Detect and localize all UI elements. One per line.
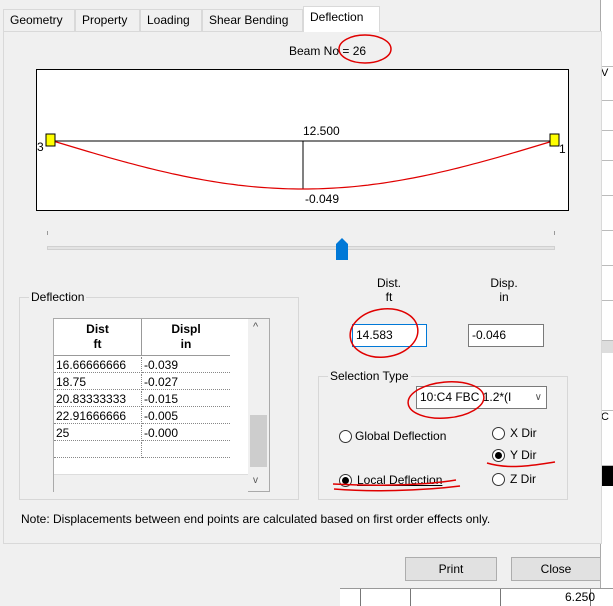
support-right xyxy=(549,133,560,147)
scrollbar-thumb[interactable] xyxy=(250,415,267,467)
column-name: Displ xyxy=(171,322,201,336)
horizontal-scrollbar[interactable] xyxy=(54,474,248,492)
bg-cell xyxy=(601,195,613,196)
selection-type-label: Selection Type xyxy=(328,369,411,383)
cell-displ xyxy=(142,442,230,458)
cell-displ: -0.027 xyxy=(142,374,230,390)
bg-cell xyxy=(601,300,613,301)
slider-thumb[interactable] xyxy=(335,238,348,260)
x-dir-label[interactable]: X Dir xyxy=(510,426,537,440)
x-dir-radio[interactable] xyxy=(492,427,505,440)
note-text: Note: Displacements between end points a… xyxy=(21,512,491,526)
radio-selected-dot xyxy=(495,452,502,459)
local-deflection-radio[interactable] xyxy=(339,474,352,487)
dist-input[interactable]: 14.583 xyxy=(352,324,427,347)
column-header-displ[interactable]: Displ in xyxy=(142,319,230,356)
bg-cell: V xyxy=(601,66,613,79)
print-button[interactable]: Print xyxy=(405,557,497,581)
disp-output[interactable]: -0.046 xyxy=(468,324,544,347)
tab-shear-bending[interactable]: Shear Bending xyxy=(202,9,303,31)
cell-displ: -0.005 xyxy=(142,408,230,424)
cell-dist xyxy=(54,442,142,458)
column-unit: ft xyxy=(93,337,102,351)
dist-label: Dist. xyxy=(377,276,401,290)
table-row[interactable]: 22.91666666 -0.005 xyxy=(54,408,230,425)
bg-cell: C xyxy=(601,410,613,423)
tab-geometry[interactable]: Geometry xyxy=(3,9,75,31)
load-combination-value: 10:C4 FBC 1.2*(I xyxy=(420,390,512,404)
global-deflection-label[interactable]: Global Deflection xyxy=(355,429,446,443)
column-header-dist[interactable]: Dist ft xyxy=(54,319,142,356)
deflection-plot xyxy=(45,133,560,190)
bg-divider xyxy=(360,589,361,606)
radio-selected-dot xyxy=(342,477,349,484)
tab-loading[interactable]: Loading xyxy=(140,9,202,31)
end-node-label: 1 xyxy=(559,142,566,156)
scroll-up-icon[interactable]: ^ xyxy=(253,321,258,333)
start-node-label: 3 xyxy=(37,140,44,154)
support-left xyxy=(45,133,56,147)
cell-dist: 20.83333333 xyxy=(54,391,142,407)
cell-displ: -0.039 xyxy=(142,357,230,373)
cell-dist: 22.91666666 xyxy=(54,408,142,424)
table-row[interactable]: 16.66666666 -0.039 xyxy=(54,357,230,374)
table-empty-area xyxy=(230,319,248,491)
disp-label: Disp. xyxy=(490,276,518,290)
chevron-down-icon[interactable]: ∨ xyxy=(535,387,542,408)
cell-dist: 16.66666666 xyxy=(54,357,142,373)
deflection-table[interactable]: Dist ft Displ in 16.66666666 -0.039 18.7… xyxy=(53,318,270,492)
local-deflection-label[interactable]: Local Deflection xyxy=(357,473,442,487)
bg-cell xyxy=(601,340,613,353)
beam-title: Beam No = 26 xyxy=(289,44,367,58)
column-name: Dist xyxy=(86,322,109,336)
cell-dist: 25 xyxy=(54,425,142,441)
close-button[interactable]: Close xyxy=(511,557,601,581)
slider-tick xyxy=(47,231,48,235)
disp-unit-label: in xyxy=(499,290,509,304)
bg-cell-value: 6.250 xyxy=(564,590,595,604)
background-row: 6.250 xyxy=(340,588,613,606)
bg-divider xyxy=(410,589,411,606)
cell-displ: -0.015 xyxy=(142,391,230,407)
tab-deflection[interactable]: Deflection xyxy=(303,6,380,32)
y-dir-radio[interactable] xyxy=(492,449,505,462)
z-dir-radio[interactable] xyxy=(492,473,505,486)
cell-displ: -0.000 xyxy=(142,425,230,441)
scroll-down-icon[interactable]: v xyxy=(253,475,258,486)
table-row-empty[interactable] xyxy=(54,442,230,459)
bg-cell xyxy=(601,100,613,101)
cell-dist: 18.75 xyxy=(54,374,142,390)
beam-length-label: 12.500 xyxy=(303,124,340,138)
dist-unit-label: ft xyxy=(385,290,393,304)
bg-cell xyxy=(601,265,613,266)
table-row[interactable]: 18.75 -0.027 xyxy=(54,374,230,391)
y-dir-label[interactable]: Y Dir xyxy=(510,448,536,462)
z-dir-label[interactable]: Z Dir xyxy=(510,472,536,486)
bg-divider xyxy=(500,589,501,606)
bg-cell xyxy=(601,465,613,486)
load-combination-select[interactable]: 10:C4 FBC 1.2*(I ∨ xyxy=(416,386,547,409)
bg-cell xyxy=(601,130,613,131)
column-unit: in xyxy=(180,337,192,351)
bg-cell xyxy=(601,160,613,161)
vertical-scrollbar[interactable]: ^ v xyxy=(248,319,269,491)
max-deflection-label: -0.049 xyxy=(305,192,340,206)
position-slider-track[interactable] xyxy=(47,246,555,250)
tab-property[interactable]: Property xyxy=(75,9,140,31)
table-row[interactable]: 20.83333333 -0.015 xyxy=(54,391,230,408)
bg-cell xyxy=(601,230,613,231)
global-deflection-radio[interactable] xyxy=(339,430,352,443)
beam-diagram: 3 1 12.500 -0.049 xyxy=(36,69,569,211)
deflection-group-label: Deflection xyxy=(29,290,87,304)
table-row[interactable]: 25 -0.000 xyxy=(54,425,230,442)
slider-tick xyxy=(554,231,555,235)
